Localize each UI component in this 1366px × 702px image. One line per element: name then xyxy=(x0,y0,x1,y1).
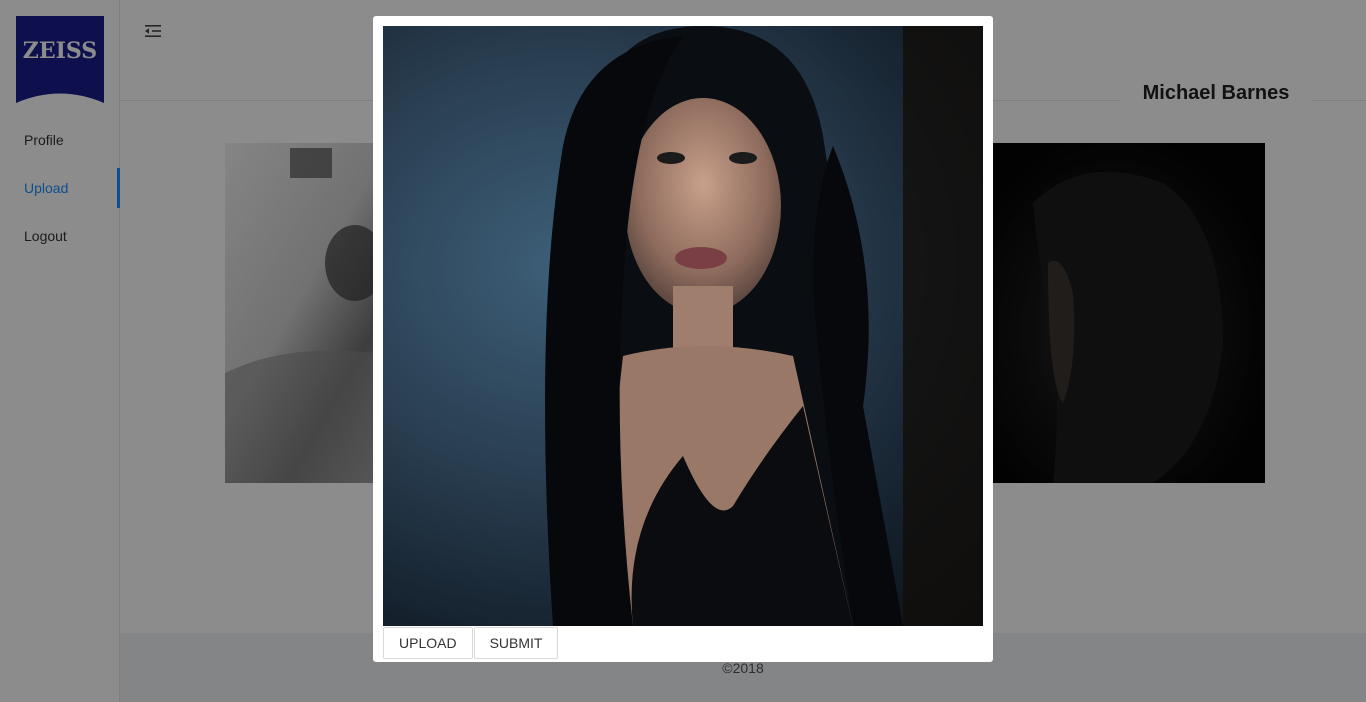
photo-icon xyxy=(545,26,983,626)
upload-modal: UPLOAD SUBMIT xyxy=(373,16,993,662)
submit-button[interactable]: SUBMIT xyxy=(473,627,559,659)
upload-button[interactable]: UPLOAD xyxy=(383,627,473,659)
modal-actions: UPLOAD SUBMIT xyxy=(383,627,559,659)
image-preview xyxy=(383,26,983,626)
